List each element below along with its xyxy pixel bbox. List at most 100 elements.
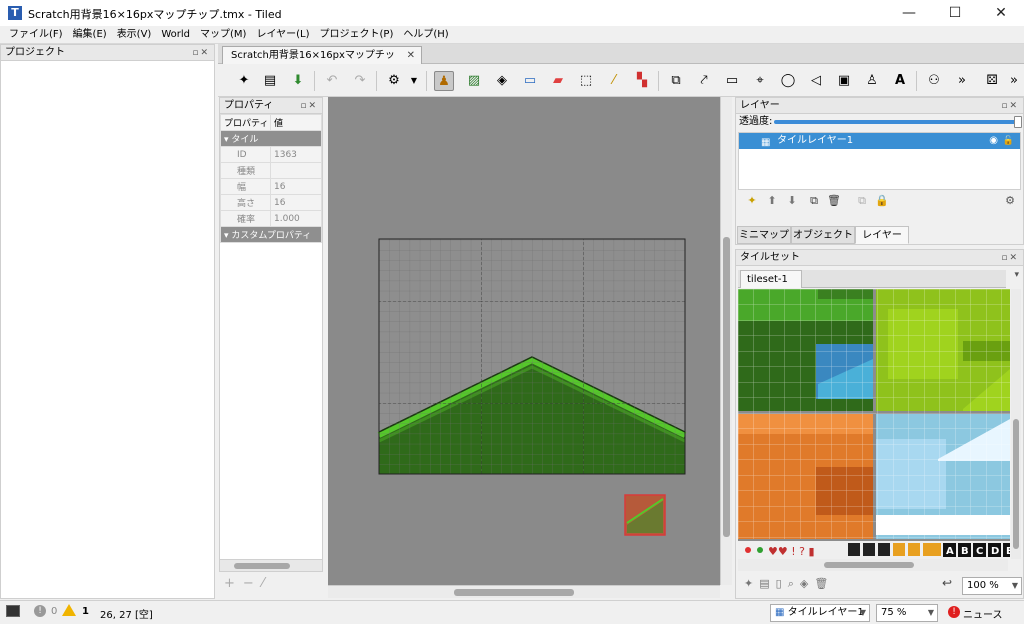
visibility-eye-icon[interactable]: ◉ [989,133,998,149]
magic-wand-icon[interactable]: ⁄ [604,71,624,91]
add-property-icon[interactable]: + [224,576,243,591]
insert-text-icon[interactable]: A [890,71,910,91]
redo-icon[interactable]: ↷ [350,71,370,91]
opacity-slider-handle[interactable] [1014,116,1022,128]
undo-icon[interactable]: ↶ [322,71,342,91]
merge-layer-icon[interactable]: ⧉ [854,193,870,209]
canvas-vscrollbar[interactable] [720,97,732,585]
random-mode-icon[interactable]: ⚄ [982,71,1002,91]
tileset-hscrollbar[interactable] [738,559,1008,571]
lock-layer-icon[interactable]: 🔒 [874,193,890,209]
scroll-thumb[interactable] [824,562,914,568]
insert-rectangle-icon[interactable]: ▭ [722,71,742,91]
panel-float-close-icons[interactable]: ▫✕ [1001,98,1019,114]
tab-objects[interactable]: オブジェクト [791,226,855,244]
select-same-tile-icon[interactable]: ▚ [632,71,652,91]
news-alert-icon[interactable]: ! [948,606,960,618]
panel-float-close-icons[interactable]: ▫✕ [192,45,210,61]
edit-polygons-icon[interactable]: ⤤ [694,71,714,91]
world-tool-icon[interactable]: ⚇ [924,71,944,91]
scroll-thumb[interactable] [454,589,574,596]
document-tab[interactable]: Scratch用背景16×16pxマップチップ.tmx ✕ [222,46,422,78]
console-icon[interactable] [6,605,20,617]
canvas-hscrollbar[interactable] [328,585,720,598]
group-custom-properties[interactable]: ▾ カスタムプロパティ [220,226,322,243]
stamp-brush-icon[interactable]: ♟ [434,71,454,91]
export-tileset-icon[interactable]: ▯ [776,577,788,590]
insert-tile-icon[interactable]: ▣ [834,71,854,91]
map-view-svg[interactable] [328,97,720,585]
tab-layers[interactable]: レイヤー [855,226,909,244]
insert-template-icon[interactable]: ♙ [862,71,882,91]
terrain-brush-icon[interactable]: ▨ [464,71,484,91]
tileset-zoom-combo[interactable]: 100 % ▼ [962,577,1022,595]
edit-tileset-icon[interactable]: ⌕ [788,577,800,590]
tab-minimap[interactable]: ミニマップ [737,226,791,244]
menu-view[interactable]: 表示(V) [112,26,157,43]
error-icon[interactable]: ! [34,605,46,617]
remove-tileset-icon[interactable]: 🗑 [814,577,834,590]
new-file-icon[interactable]: ✦ [234,71,254,91]
table-row[interactable]: 高さ 16 [220,194,322,211]
tileset-tab[interactable]: tileset-1 [740,270,802,288]
table-row[interactable]: ID 1363 [220,146,322,163]
insert-point-icon[interactable]: ⌖ [750,71,770,91]
opacity-slider[interactable] [774,116,1022,128]
insert-polygon-icon[interactable]: ◁ [806,71,826,91]
menu-layer[interactable]: レイヤー(L) [251,26,314,43]
menu-project[interactable]: プロジェクト(P) [315,26,399,43]
table-row[interactable]: 種類 [220,162,322,179]
tileset-tabs-more-icon[interactable]: ▾ [1014,270,1019,280]
close-tab-icon[interactable]: ✕ [407,47,415,64]
eraser-icon[interactable]: ▰ [548,71,568,91]
rename-property-icon[interactable]: ⁄ [262,576,272,591]
close-button[interactable]: ✕ [978,0,1024,26]
new-tileset-icon[interactable]: ✦ [744,577,759,590]
column-header-property[interactable]: プロパティ [220,114,271,131]
shape-fill-icon[interactable]: ▭ [520,71,540,91]
lower-layer-icon[interactable]: ⬇ [784,193,800,209]
more-options-icon[interactable]: » [1004,71,1024,91]
delete-layer-icon[interactable]: 🗑 [826,193,842,209]
group-tile[interactable]: ▾ タイル [220,130,322,147]
commands-dropdown-icon[interactable]: ▼ [404,71,424,91]
maximize-button[interactable]: ☐ [932,0,978,26]
bucket-fill-icon[interactable]: ◈ [492,71,512,91]
zoom-combo[interactable]: 75 % ▼ [876,604,938,622]
tileset-view[interactable]: ♥♥ ! ? ▮ A B C D E [738,289,1010,559]
news-link[interactable]: ニュース [963,606,1003,621]
panel-float-close-icons[interactable]: ▫✕ [1001,250,1019,266]
scroll-thumb[interactable] [723,237,730,537]
duplicate-layer-icon[interactable]: ⧉ [806,193,822,209]
scroll-thumb[interactable] [1013,419,1019,549]
lock-icon[interactable]: 🔓 [1003,133,1014,149]
select-objects-icon[interactable]: ⧉ [666,71,686,91]
menu-edit[interactable]: 編集(E) [68,26,112,43]
layer-combo[interactable]: ▦ タイルレイヤー1 ▼ [770,604,870,622]
panel-float-close-icons[interactable]: ▫✕ [300,98,318,114]
menu-help[interactable]: ヘルプ(H) [398,26,453,43]
menu-file[interactable]: ファイル(F) [4,26,68,43]
terrain-tileset-icon[interactable]: ◈ [800,577,814,590]
open-file-icon[interactable]: ▤ [260,71,280,91]
save-file-icon[interactable]: ⬇ [288,71,308,91]
embed-tileset-icon[interactable]: ▤ [759,577,775,590]
rect-select-icon[interactable]: ⬚ [576,71,596,91]
commands-icon[interactable]: ⚙ [384,71,404,91]
minimize-button[interactable]: — [886,0,932,26]
new-layer-icon[interactable]: ✦ [744,193,760,209]
layer-row-tile-layer-1[interactable]: ▦ タイルレイヤー1 ◉ 🔓 [739,133,1020,149]
menu-map[interactable]: マップ(M) [195,26,251,43]
layer-options-icon[interactable]: ⚙ [1002,193,1018,209]
scroll-thumb[interactable] [234,563,290,569]
column-header-value[interactable]: 値 [270,114,322,131]
raise-layer-icon[interactable]: ⬆ [764,193,780,209]
properties-hscrollbar[interactable] [220,559,322,571]
table-row[interactable]: 確率 1.000 [220,210,322,227]
tileset-vscrollbar[interactable] [1011,289,1021,559]
warning-icon[interactable] [62,604,76,616]
rotate-icon[interactable]: ↩ [942,576,952,590]
more-tools-icon[interactable]: » [952,71,972,91]
map-canvas[interactable] [328,97,720,585]
table-row[interactable]: 幅 16 [220,178,322,195]
